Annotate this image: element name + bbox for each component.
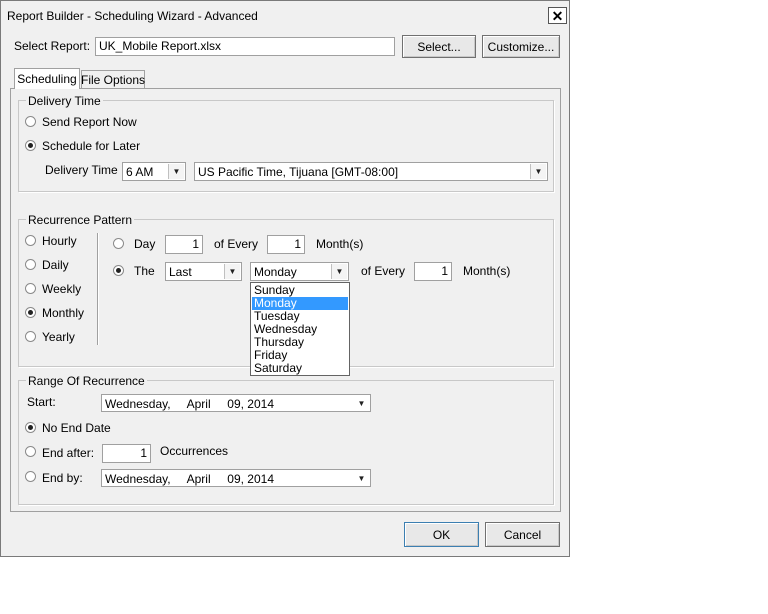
weekday-dropdown-list: Sunday Monday Tuesday Wednesday Thursday… [250, 282, 350, 376]
chevron-down-icon: ▼ [354, 396, 369, 410]
day-option-label: Day [134, 237, 156, 251]
range-group-title: Range Of Recurrence [26, 374, 147, 388]
delivery-time-select[interactable]: 6 AM ▼ [122, 162, 186, 181]
end-by-radio[interactable] [25, 471, 36, 482]
end-after-radio[interactable] [25, 446, 36, 457]
delivery-time-label: Delivery Time [45, 163, 118, 177]
hourly-radio[interactable] [25, 235, 36, 246]
report-file-field[interactable]: UK_Mobile Report.xlsx [95, 37, 395, 56]
weekday-option-saturday[interactable]: Saturday [252, 362, 348, 375]
tab-scheduling[interactable]: Scheduling [14, 68, 80, 89]
delivery-time-group-title: Delivery Time [26, 94, 103, 108]
hourly-label: Hourly [42, 234, 77, 248]
weekday-value: Monday [254, 265, 297, 279]
tab-file-options[interactable]: File Options [81, 70, 145, 89]
customize-button[interactable]: Customize... [482, 35, 560, 58]
end-by-date-value: Wednesday, April 09, 2014 [105, 472, 274, 486]
start-date-value: Wednesday, April 09, 2014 [105, 397, 274, 411]
daily-radio[interactable] [25, 259, 36, 270]
cancel-button[interactable]: Cancel [485, 522, 560, 547]
weekly-label: Weekly [42, 282, 82, 296]
chevron-down-icon: ▼ [224, 264, 240, 279]
start-label: Start: [27, 395, 56, 409]
timezone-select[interactable]: US Pacific Time, Tijuana [GMT-08:00] ▼ [194, 162, 548, 181]
weekly-radio[interactable] [25, 283, 36, 294]
ok-button[interactable]: OK [404, 522, 479, 547]
no-end-date-radio[interactable] [25, 422, 36, 433]
schedule-later-label: Schedule for Later [42, 139, 141, 153]
the-months-field[interactable]: 1 [414, 262, 452, 281]
ordinal-value: Last [169, 265, 192, 279]
yearly-radio[interactable] [25, 331, 36, 342]
recurrence-divider [97, 233, 99, 345]
timezone-value: US Pacific Time, Tijuana [GMT-08:00] [198, 165, 399, 179]
occurrences-label: Occurrences [160, 444, 229, 458]
scheduling-wizard-dialog: Report Builder - Scheduling Wizard - Adv… [0, 0, 570, 557]
monthly-label: Monthly [42, 306, 85, 320]
day-number-field[interactable]: 1 [165, 235, 203, 254]
daily-label: Daily [42, 258, 69, 272]
day-option-radio[interactable] [113, 238, 124, 249]
day-months-unit: Month(s) [316, 237, 364, 251]
yearly-label: Yearly [42, 330, 75, 344]
the-option-label: The [134, 264, 155, 278]
weekday-select[interactable]: Monday ▼ [250, 262, 349, 281]
occurrences-field[interactable]: 1 [102, 444, 151, 463]
end-by-label: End by: [42, 471, 83, 485]
chevron-down-icon: ▼ [354, 471, 369, 485]
recurrence-group-title: Recurrence Pattern [26, 213, 135, 227]
schedule-later-radio[interactable] [25, 140, 36, 151]
no-end-date-label: No End Date [42, 421, 111, 435]
chevron-down-icon: ▼ [331, 264, 347, 279]
ordinal-select[interactable]: Last ▼ [165, 262, 242, 281]
the-option-radio[interactable] [113, 265, 124, 276]
day-of-every-label: of Every [214, 237, 259, 251]
select-button[interactable]: Select... [402, 35, 476, 58]
title-bar[interactable]: Report Builder - Scheduling Wizard - Adv… [2, 2, 568, 28]
chevron-down-icon: ▼ [530, 164, 546, 179]
monthly-radio[interactable] [25, 307, 36, 318]
end-after-label: End after: [42, 446, 95, 460]
window-title: Report Builder - Scheduling Wizard - Adv… [7, 9, 258, 23]
delivery-time-value: 6 AM [126, 165, 154, 179]
the-of-every-label: of Every [361, 264, 406, 278]
day-months-field[interactable]: 1 [267, 235, 305, 254]
select-report-label: Select Report: [14, 39, 91, 53]
end-by-date-picker[interactable]: Wednesday, April 09, 2014 ▼ [101, 469, 371, 487]
send-now-radio[interactable] [25, 116, 36, 127]
chevron-down-icon: ▼ [168, 164, 184, 179]
close-icon: ✕ [551, 7, 564, 24]
start-date-picker[interactable]: Wednesday, April 09, 2014 ▼ [101, 394, 371, 412]
the-months-unit: Month(s) [463, 264, 511, 278]
send-now-label: Send Report Now [42, 115, 137, 129]
close-button[interactable]: ✕ [548, 7, 567, 24]
